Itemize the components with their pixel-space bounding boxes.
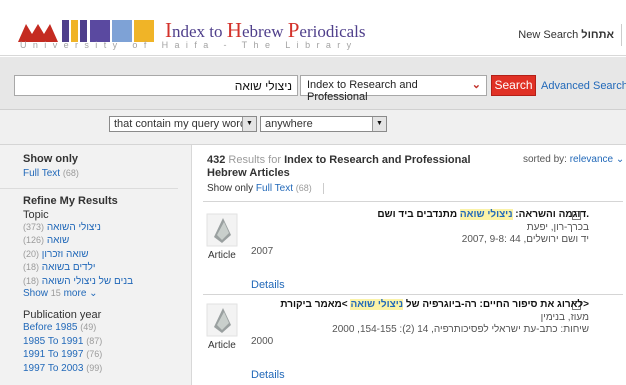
facet-year[interactable]: Before 1985 (49)	[23, 321, 191, 335]
full-text-filter-link[interactable]: Full Text (68)	[256, 183, 312, 194]
sort-control[interactable]: sorted by: relevance ⌄	[523, 154, 624, 165]
result-source: שיחות: כתב-עת ישראלי לפסיכותרפיה, 14 (2)…	[332, 324, 589, 335]
new-search-label: New Search	[518, 29, 579, 41]
header-divider	[621, 24, 622, 46]
format-label: Article	[208, 250, 236, 261]
facet-topic[interactable]: ניצולי השואה (373)	[23, 221, 191, 235]
result-year: 2000	[251, 336, 274, 347]
search-input[interactable]	[14, 75, 298, 96]
new-search-hebrew-label: אתחול	[581, 29, 614, 41]
results-summary: 432 Results for Index to Research and Pr…	[207, 154, 471, 179]
match-type-value: that contain my query words	[114, 118, 252, 130]
site-subtitle: University of Haifa - The Library	[20, 40, 358, 50]
new-search-link[interactable]: New Search אתחול	[518, 29, 614, 41]
details-link[interactable]: Details	[251, 279, 285, 291]
chevron-down-icon: ⌄	[471, 79, 481, 91]
divider	[203, 201, 623, 202]
facet-full-text[interactable]: Full Text (68)	[23, 167, 191, 181]
dropdown-arrow-icon: ▼	[242, 117, 256, 131]
article-icon	[206, 213, 238, 247]
publication-year-heading: Publication year	[23, 309, 102, 321]
result-year: 2007	[251, 246, 274, 257]
show-more-topics-link[interactable]: Show 15 more ⌄	[23, 288, 191, 299]
refine-sidebar: Show only Full Text (68) Refine My Resul…	[0, 145, 192, 385]
divider	[322, 183, 324, 194]
result-author: בכרך-רון, יפעת	[526, 222, 589, 233]
refine-heading: Refine My Results	[23, 194, 118, 207]
result-title-link[interactable]: <לארוג את סיפור החיים: רה-ביוגרפיה של ני…	[259, 299, 589, 310]
format-label: Article	[208, 340, 236, 351]
result-author: מעוז, בנימין	[540, 312, 589, 323]
facet-topic[interactable]: שואה (126)	[23, 234, 191, 248]
facet-year[interactable]: 1991 To 1997 (76)	[23, 348, 191, 362]
show-only-heading: Show only	[23, 153, 78, 165]
search-scope-select[interactable]: anywhere ▼	[260, 116, 387, 132]
chevron-down-icon: ⌄	[89, 288, 98, 299]
divider	[203, 294, 623, 295]
facet-topic[interactable]: בנים של ניצולי השואה (18)	[23, 275, 191, 289]
header: Index to Hebrew Periodicals University o…	[0, 0, 626, 56]
result-item: Article <לארוג את סיפור החיים: רה-ביוגרפ…	[203, 297, 623, 385]
collection-select[interactable]: Index to Research and Professional ⌄	[300, 75, 487, 103]
match-type-select[interactable]: that contain my query words ▼	[109, 116, 257, 132]
result-title-link[interactable]: .דוגמה והשראה: ניצולי שואה מתנדבים ביד ו…	[259, 209, 589, 220]
search-scope-value: anywhere	[265, 118, 313, 130]
facet-topic[interactable]: שואה וזכרון (20)	[23, 248, 191, 262]
facet-year[interactable]: 1997 To 2003 (99)	[23, 362, 191, 376]
dropdown-arrow-icon: ▼	[372, 117, 386, 131]
result-source: יד ושם ירושלים, 44 :9-8 ,2007	[461, 234, 589, 245]
advanced-search-link[interactable]: Advanced Search	[541, 80, 626, 92]
topic-heading: Topic	[23, 208, 49, 221]
facet-topic[interactable]: ילדים בשואה (18)	[23, 261, 191, 275]
facet-year[interactable]: 1985 To 1991 (87)	[23, 335, 191, 349]
chevron-down-icon: ⌄	[615, 154, 625, 165]
show-only-bar: Show only Full Text (68)	[207, 183, 324, 194]
search-button[interactable]: Search	[491, 75, 536, 96]
results-panel: 432 Results for Index to Research and Pr…	[193, 145, 626, 385]
collection-select-value: Index to Research and Professional	[307, 79, 418, 103]
university-logo-icon	[18, 20, 154, 42]
article-icon	[206, 303, 238, 337]
search-bar: Index to Research and Professional ⌄ Sea…	[0, 57, 626, 110]
details-link[interactable]: Details	[251, 369, 285, 381]
result-item: Article .דוגמה והשראה: ניצולי שואה מתנדב…	[203, 207, 623, 297]
query-filter-bar: that contain my query words ▼ anywhere ▼	[0, 110, 626, 145]
divider	[0, 187, 178, 189]
